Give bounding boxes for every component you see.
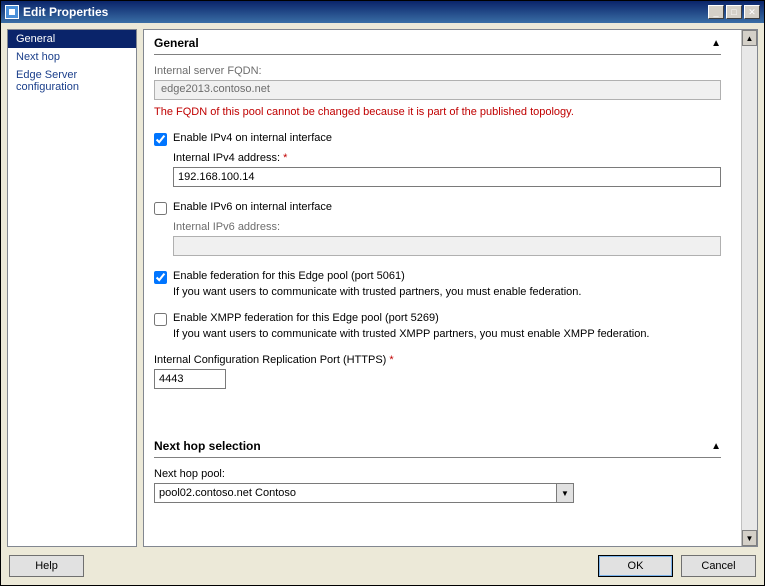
enable-federation-checkbox[interactable] — [154, 271, 167, 284]
enable-ipv4-checkbox[interactable] — [154, 133, 167, 146]
nexthop-pool-label: Next hop pool: — [154, 468, 721, 480]
dropdown-arrow-icon[interactable]: ▼ — [556, 484, 573, 502]
window-title: Edit Properties — [23, 5, 708, 19]
section-header-general[interactable]: General ▲ — [154, 30, 721, 55]
help-button[interactable]: Help — [9, 555, 84, 577]
sidebar-item-general[interactable]: General — [8, 30, 136, 48]
repl-port-input[interactable] — [154, 369, 226, 389]
enable-ipv6-checkbox[interactable] — [154, 202, 167, 215]
xmpp-hint: If you want users to communicate with tr… — [173, 328, 721, 340]
ipv4-addr-input[interactable] — [173, 167, 721, 187]
dialog-window: Edit Properties _ □ ✕ General Next hop E… — [0, 0, 765, 586]
ipv6-addr-label: Internal IPv6 address: — [173, 221, 721, 233]
ipv6-addr-input — [173, 236, 721, 256]
sidebar-item-edge-server-config[interactable]: Edge Server configuration — [8, 66, 136, 96]
repl-port-label: Internal Configuration Replication Port … — [154, 354, 721, 366]
content-panel: General ▲ Internal server FQDN: edge2013… — [143, 29, 758, 547]
close-button[interactable]: ✕ — [744, 5, 760, 19]
nexthop-pool-dropdown[interactable]: pool02.contoso.net Contoso ▼ — [154, 483, 574, 503]
nav-sidebar: General Next hop Edge Server configurati… — [7, 29, 137, 547]
enable-ipv4-label: Enable IPv4 on internal interface — [173, 132, 332, 144]
app-icon — [5, 5, 19, 19]
section-header-nexthop[interactable]: Next hop selection ▲ — [154, 433, 721, 458]
fqdn-label: Internal server FQDN: — [154, 65, 721, 77]
dialog-footer: Help OK Cancel — [7, 547, 758, 579]
title-bar[interactable]: Edit Properties _ □ ✕ — [1, 1, 764, 23]
ok-button[interactable]: OK — [598, 555, 673, 577]
vertical-scrollbar[interactable]: ▲ ▼ — [741, 30, 757, 546]
federation-hint: If you want users to communicate with tr… — [173, 286, 721, 298]
sidebar-item-next-hop[interactable]: Next hop — [8, 48, 136, 66]
scroll-down-button[interactable]: ▼ — [742, 530, 757, 546]
enable-xmpp-checkbox[interactable] — [154, 313, 167, 326]
ipv4-addr-label: Internal IPv4 address: * — [173, 152, 721, 164]
scroll-up-button[interactable]: ▲ — [742, 30, 757, 46]
section-title-general: General — [154, 36, 711, 50]
section-title-nexthop: Next hop selection — [154, 439, 711, 453]
enable-federation-label: Enable federation for this Edge pool (po… — [173, 270, 405, 282]
enable-xmpp-label: Enable XMPP federation for this Edge poo… — [173, 312, 439, 324]
scroll-track[interactable] — [742, 46, 757, 530]
enable-ipv6-label: Enable IPv6 on internal interface — [173, 201, 332, 213]
minimize-button[interactable]: _ — [708, 5, 724, 19]
maximize-button[interactable]: □ — [726, 5, 742, 19]
fqdn-warning: The FQDN of this pool cannot be changed … — [154, 106, 721, 118]
collapse-icon: ▲ — [711, 38, 721, 49]
fqdn-value: edge2013.contoso.net — [154, 80, 721, 100]
nexthop-pool-value: pool02.contoso.net Contoso — [159, 487, 296, 499]
collapse-icon: ▲ — [711, 441, 721, 452]
cancel-button[interactable]: Cancel — [681, 555, 756, 577]
